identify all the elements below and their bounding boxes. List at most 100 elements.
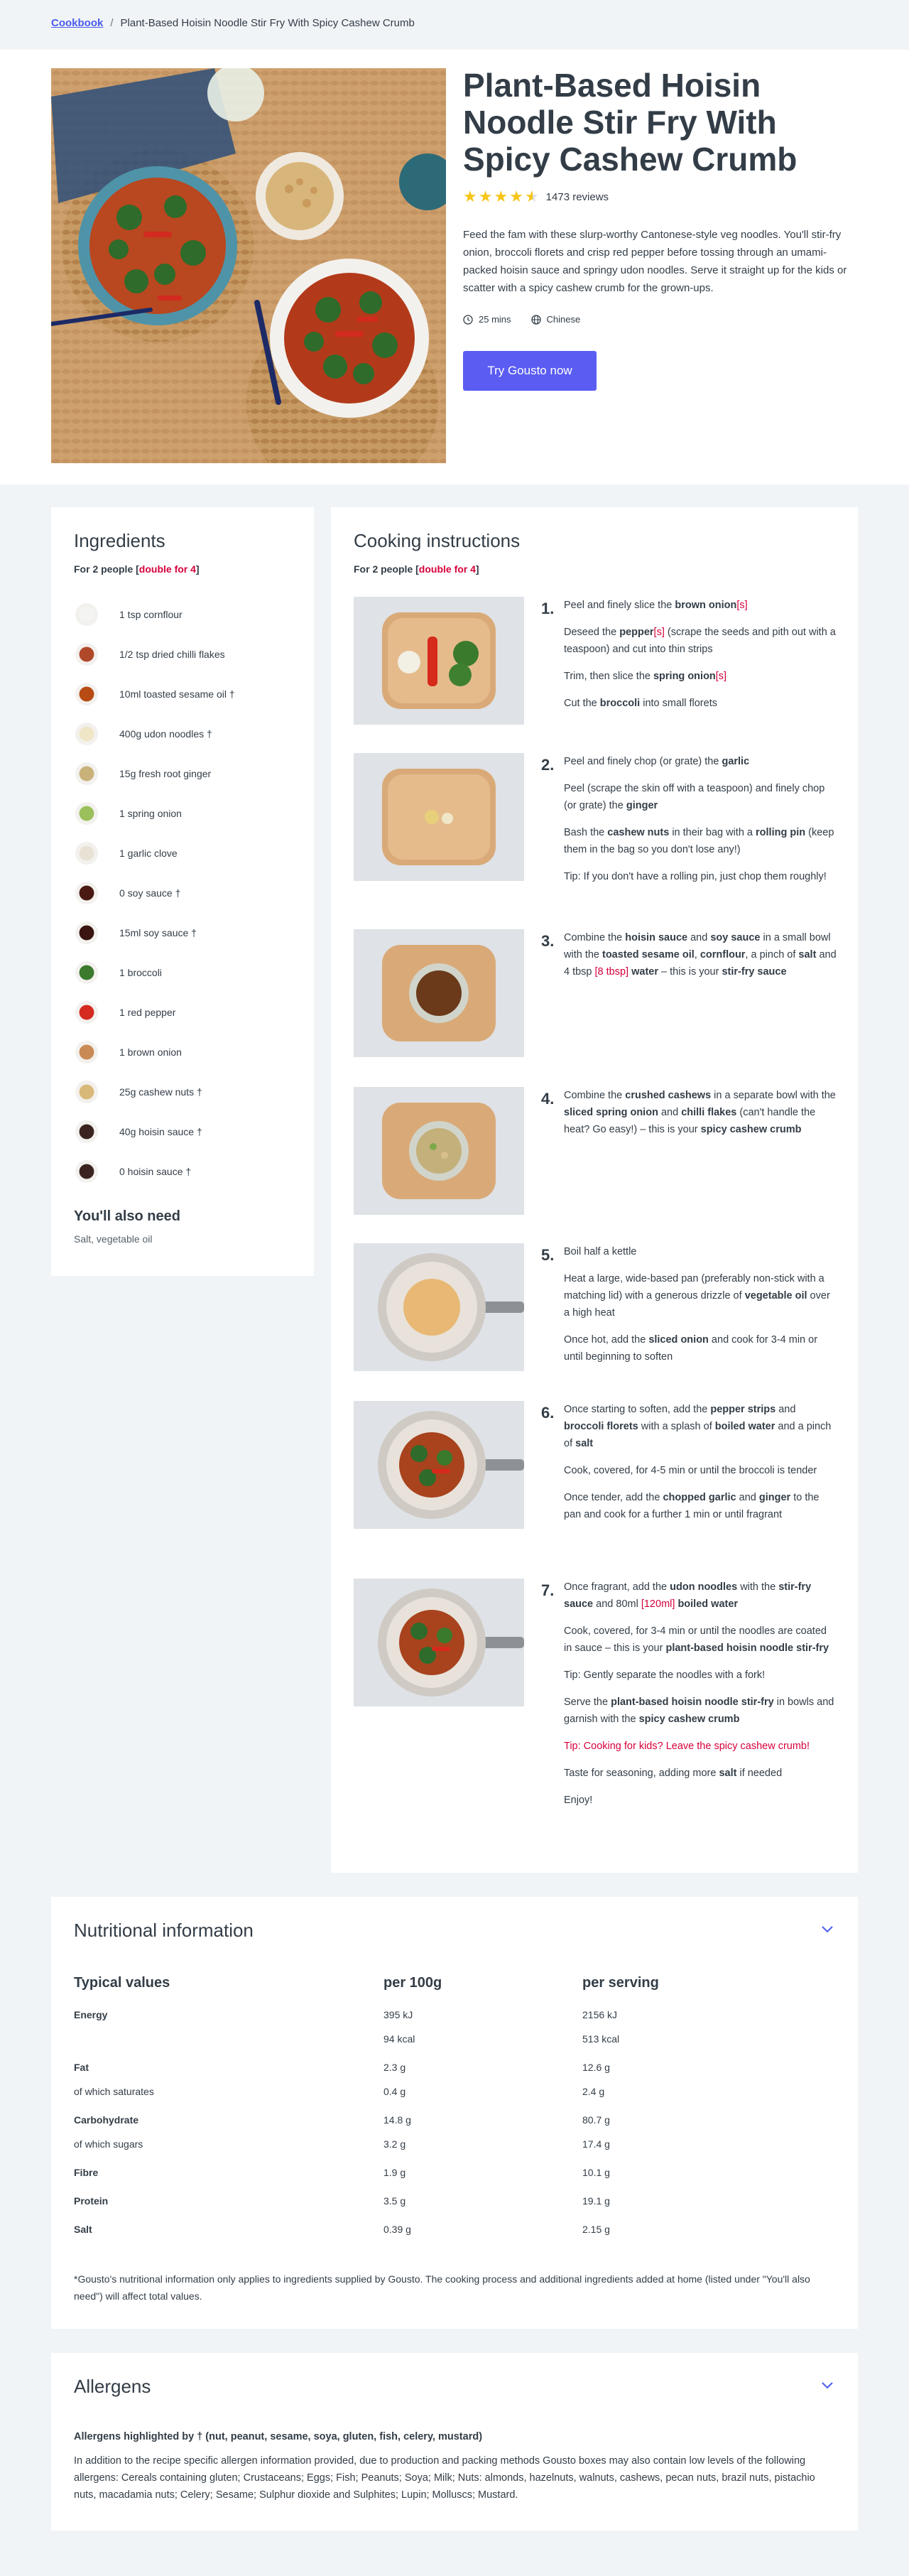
ingredient-image [75, 643, 98, 666]
recipe-meta: 25 mins Chinese [463, 314, 580, 325]
double-for-4-link[interactable]: double for 4 [419, 563, 476, 575]
nutrition-cell-label: Fibre [74, 2167, 99, 2178]
clock-icon [463, 314, 473, 325]
step-paragraph: Once tender, add the chopped garlic and … [564, 1492, 820, 1520]
nutrition-cell-serving: 12.6 g [582, 2062, 610, 2073]
ingredient-item: 40g hoisin sauce † [74, 1112, 291, 1152]
nutrition-cell-p100: 2.3 g [383, 2062, 406, 2073]
ingredient-item: 0 soy sauce † [74, 873, 291, 913]
step-paragraph: Boil half a kettle [564, 1246, 637, 1257]
ingredient-image [75, 1160, 98, 1183]
step-paragraph: Serve the plant-based hoisin noodle stir… [564, 1696, 834, 1725]
half-star-icon: ★ [524, 188, 539, 205]
cooking-title: Cooking instructions [354, 530, 521, 551]
nutrition-cell-serving: 2156 kJ [582, 2009, 618, 2020]
ingredient-item: 400g udon noodles † [74, 714, 291, 754]
star-icon: ★ [494, 188, 508, 205]
step-paragraph: Cut the broccoli into small florets [564, 698, 717, 709]
ingredient-item: 1 broccoli [74, 953, 291, 992]
ingredient-image [75, 762, 98, 785]
step-number: 7. [541, 1581, 555, 1599]
step-paragraph: Once fragrant, add the udon noodles with… [564, 1581, 812, 1610]
step-number: 1. [541, 600, 555, 617]
ingredient-list: 1 tsp cornflour 1/2 tsp dried chilli flak… [74, 595, 291, 1191]
nutrition-cell-serving: 2.15 g [582, 2224, 610, 2235]
ingredient-image [75, 961, 98, 984]
step-text: Combine the crushed cashews in a separat… [564, 1087, 837, 1148]
step-text: Peel and finely slice the brown onion[s]… [564, 597, 837, 722]
star-rating: ★ ★ ★ ★ ★ [463, 189, 539, 205]
nutrition-row: 94 kcal 513 kcal [74, 2033, 835, 2047]
review-count: 1473 reviews [545, 190, 609, 203]
ingredient-image [75, 1120, 98, 1143]
step-text: Peel and finely chop (or grate) the garl… [564, 753, 837, 895]
nutrition-cell-serving: 2.4 g [582, 2086, 605, 2097]
ingredient-image [75, 723, 98, 745]
nutrition-cell-serving: 80.7 g [582, 2114, 610, 2126]
nutrition-cell-label: of which saturates [74, 2086, 154, 2097]
step-image [354, 753, 524, 881]
step-image [354, 1579, 524, 1706]
recipe-hero-image [51, 68, 446, 463]
ingredient-item: 1 tsp cornflour [74, 595, 291, 634]
recipe-hero: Plant-Based Hoisin Noodle Stir Fry With … [0, 50, 909, 485]
ingredients-panel: Ingredients For 2 people [double for 4] … [51, 507, 314, 1276]
nutrition-cell-serving: 10.1 g [582, 2167, 610, 2178]
ingredient-item: 1/2 tsp dried chilli flakes [74, 634, 291, 674]
star-icon: ★ [478, 188, 493, 205]
globe-icon [530, 314, 541, 325]
ingredient-label: 0 soy sauce † [119, 887, 181, 899]
rating[interactable]: ★ ★ ★ ★ ★ 1473 reviews [463, 189, 609, 205]
ingredient-item: 0 hoisin sauce † [74, 1152, 291, 1191]
ingredient-label: 1 spring onion [119, 808, 182, 819]
nutrition-cell-p100: 94 kcal [383, 2033, 415, 2045]
step-number: 3. [541, 932, 555, 950]
ingredient-label: 10ml toasted sesame oil † [119, 688, 235, 700]
step-paragraph: Deseed the pepper[s] (scrape the seeds a… [564, 627, 836, 655]
step-number: 4. [541, 1090, 555, 1108]
ingredient-label: 1 brown onion [119, 1046, 182, 1058]
ingredient-image [75, 603, 98, 626]
chevron-down-icon[interactable] [820, 1921, 835, 1937]
ingredient-item: 1 brown onion [74, 1032, 291, 1072]
chevron-down-icon[interactable] [820, 2377, 835, 2393]
ingredient-label: 1 broccoli [119, 967, 162, 978]
nutrition-cell-label: Fat [74, 2062, 89, 2073]
ingredient-label: 1 tsp cornflour [119, 609, 183, 620]
cuisine: Chinese [530, 314, 580, 325]
step-text: Once fragrant, add the udon noodles with… [564, 1579, 837, 1819]
ingredients-title: Ingredients [74, 530, 165, 551]
allergens-title: Allergens [74, 2376, 151, 2397]
step-paragraph: Trim, then slice the spring onion[s] [564, 671, 727, 682]
nutrition-cell-label: Energy [74, 2009, 108, 2020]
ingredient-image [75, 1081, 98, 1103]
nutrition-cell-serving: 17.4 g [582, 2138, 610, 2150]
ingredient-label: 25g cashew nuts † [119, 1086, 202, 1098]
ingredient-image [75, 882, 98, 904]
breadcrumb-cookbook-link[interactable]: Cookbook [51, 17, 103, 29]
step-paragraph: Cook, covered, for 3-4 min or until the … [564, 1625, 829, 1654]
nutrition-cell-serving: 513 kcal [582, 2033, 620, 2045]
ingredient-image [75, 683, 98, 705]
step-image [354, 1401, 524, 1529]
also-need-items: Salt, vegetable oil [74, 1233, 153, 1245]
nutrition-note: *Gousto's nutritional information only a… [74, 2273, 810, 2302]
step-number: 2. [541, 756, 555, 774]
nutrition-cell-p100: 395 kJ [383, 2009, 413, 2020]
breadcrumb: Cookbook / Plant-Based Hoisin Noodle Sti… [51, 17, 415, 29]
ingredient-item: 10ml toasted sesame oil † [74, 674, 291, 714]
allergens-text: In addition to the recipe specific aller… [74, 2455, 815, 2501]
cook-time: 25 mins [463, 314, 511, 325]
double-for-4-link[interactable]: double for 4 [139, 563, 196, 575]
try-gousto-button[interactable]: Try Gousto now [463, 351, 597, 391]
nutrition-cell-p100: 14.8 g [383, 2114, 411, 2126]
step-image [354, 929, 524, 1057]
nutrition-row: Fibre 1.9 g 10.1 g [74, 2167, 835, 2181]
step-paragraph: Peel and finely slice the brown onion[s] [564, 600, 748, 611]
ingredient-label: 1 garlic clove [119, 848, 178, 859]
nutrition-title: Nutritional information [74, 1920, 254, 1941]
cook-time-label: 25 mins [479, 314, 511, 325]
ingredient-item: 15g fresh root ginger [74, 754, 291, 794]
step-text: Boil half a kettle Heat a large, wide-bas… [564, 1243, 837, 1375]
allergens-panel: Allergens Allergens highlighted by † (nu… [51, 2353, 858, 2531]
